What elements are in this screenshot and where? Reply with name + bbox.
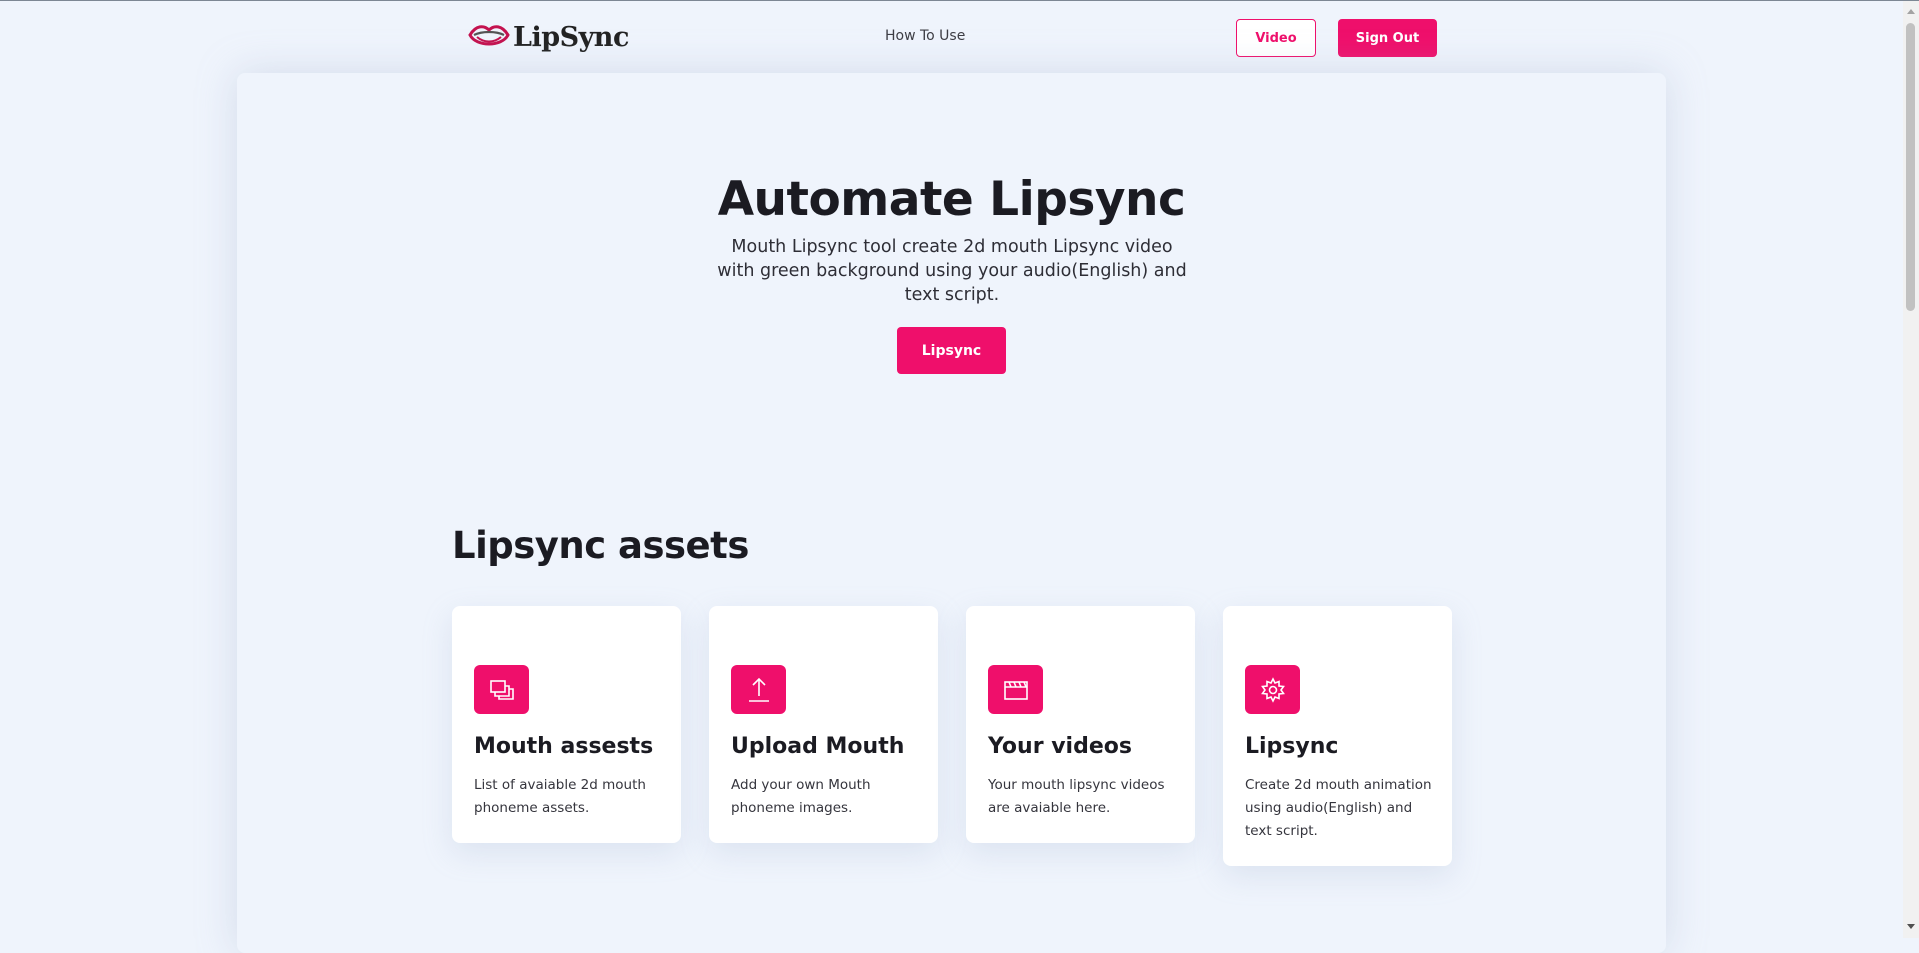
scroll-up-arrow-icon[interactable] <box>1907 9 1915 14</box>
video-button[interactable]: Video <box>1236 19 1316 57</box>
card-title: Mouth assests <box>474 734 654 759</box>
card-description: Your mouth lipsync videos are avaiable h… <box>988 777 1165 816</box>
card-title: Upload Mouth <box>731 734 905 759</box>
card-description: Create 2d mouth animation using audio(En… <box>1245 777 1432 839</box>
card-description: Add your own Mouth phoneme images. <box>731 777 871 816</box>
card-title: Your videos <box>988 734 1132 759</box>
hero-description: Mouth Lipsync tool create 2d mouth Lipsy… <box>717 237 1187 305</box>
gear-icon <box>1245 665 1300 714</box>
vertical-scrollbar[interactable] <box>1903 1 1919 938</box>
nav-how-to-use[interactable]: How To Use <box>885 28 965 44</box>
card-lipsync[interactable]: Lipsync Create 2d mouth animation using … <box>1223 606 1452 866</box>
layers-icon <box>474 665 529 714</box>
scroll-down-arrow-icon[interactable] <box>1907 924 1915 929</box>
upload-icon <box>731 665 786 714</box>
section-title: Lipsync assets <box>452 524 749 567</box>
card-mouth-assets[interactable]: Mouth assests List of avaiable 2d mouth … <box>452 606 681 843</box>
card-title: Lipsync <box>1245 734 1339 759</box>
card-description: List of avaiable 2d mouth phoneme assets… <box>474 777 646 816</box>
brand-name: LipSync <box>513 21 629 53</box>
card-your-videos[interactable]: Your videos Your mouth lipsync videos ar… <box>966 606 1195 843</box>
card-upload-mouth[interactable]: Upload Mouth Add your own Mouth phoneme … <box>709 606 938 843</box>
sign-out-button[interactable]: Sign Out <box>1338 19 1437 57</box>
site-header: LipSync How To Use Video Sign Out <box>0 1 1900 73</box>
lips-icon <box>468 25 510 46</box>
hero-lipsync-button[interactable]: Lipsync <box>897 327 1006 374</box>
brand-logo[interactable]: LipSync <box>468 17 629 57</box>
clapperboard-icon <box>988 665 1043 714</box>
hero-title: Automate Lipsync <box>717 172 1186 227</box>
scrollbar-thumb[interactable] <box>1906 23 1915 311</box>
